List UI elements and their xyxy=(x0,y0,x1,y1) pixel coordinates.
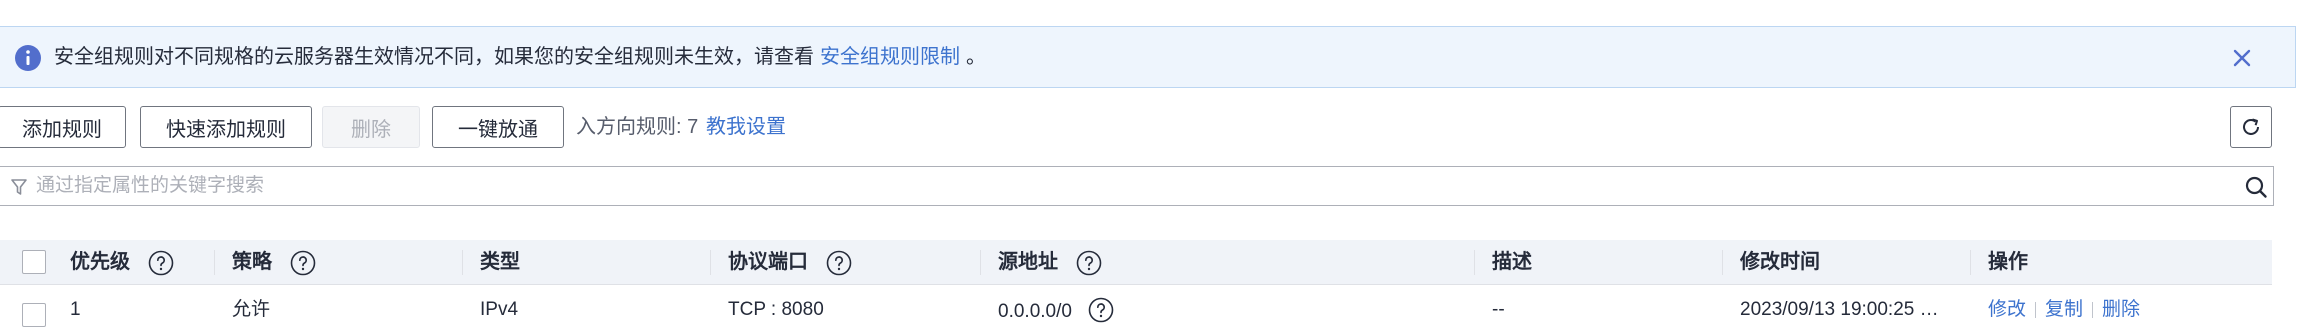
column-description-label: 描述 xyxy=(1492,251,1532,273)
cell-actions: 修改 复制 删除 xyxy=(1988,285,2140,335)
one-click-allow-button[interactable]: 一键放通 xyxy=(432,106,564,148)
column-modified-time: 修改时间 xyxy=(1740,240,1820,285)
delete-link[interactable]: 删除 xyxy=(2102,285,2140,335)
cell-source: 0.0.0.0/0 xyxy=(998,285,1114,335)
cell-modified-time-value: 2023/09/13 19:00:25 G… xyxy=(1740,299,1944,320)
help-icon[interactable] xyxy=(826,250,852,276)
action-divider xyxy=(2035,302,2037,318)
inbound-rule-count: 入方向规则: 7 xyxy=(576,116,699,138)
search-icon[interactable] xyxy=(2244,175,2268,199)
banner-tail: 。 xyxy=(966,46,986,68)
column-separator xyxy=(214,250,215,275)
table-row: 1 允许 IPv4 TCP : 8080 0.0.0.0/0 -- 2023/0… xyxy=(0,285,2272,335)
copy-link[interactable]: 复制 xyxy=(2045,285,2083,335)
column-policy-label: 策略 xyxy=(232,251,272,273)
search-input[interactable] xyxy=(36,171,2216,201)
edit-link[interactable]: 修改 xyxy=(1988,285,2026,335)
cell-modified-time: 2023/09/13 19:00:25 G… xyxy=(1740,285,1944,335)
info-banner: 安全组规则对不同规格的云服务器生效情况不同，如果您的安全组规则未生效，请查看 安全… xyxy=(0,26,2296,88)
search-bar xyxy=(0,166,2274,206)
column-separator xyxy=(1722,250,1723,275)
column-type-label: 类型 xyxy=(480,251,520,273)
add-rule-button[interactable]: 添加规则 xyxy=(0,106,126,148)
help-icon[interactable] xyxy=(1088,297,1114,323)
select-all-checkbox[interactable] xyxy=(22,250,46,274)
column-separator xyxy=(1474,250,1475,275)
help-icon[interactable] xyxy=(290,250,316,276)
cell-type: IPv4 xyxy=(480,299,519,320)
refresh-icon xyxy=(2243,118,2259,135)
column-source-label: 源地址 xyxy=(998,251,1058,273)
column-priority: 优先级 xyxy=(70,240,174,285)
cell-description: -- xyxy=(1492,299,1505,320)
column-policy: 策略 xyxy=(232,240,316,285)
cell-policy: 允许 xyxy=(232,299,271,320)
column-protocol-port-label: 协议端口 xyxy=(728,251,808,273)
column-modified-time-label: 修改时间 xyxy=(1740,251,1820,273)
action-divider xyxy=(2092,302,2094,318)
column-protocol-port: 协议端口 xyxy=(728,240,852,285)
column-separator xyxy=(980,250,981,275)
column-type: 类型 xyxy=(480,240,520,285)
tutorial-link[interactable]: 教我设置 xyxy=(706,106,786,148)
row-checkbox[interactable] xyxy=(22,303,46,327)
banner-text: 安全组规则对不同规格的云服务器生效情况不同，如果您的安全组规则未生效，请查看 xyxy=(54,46,814,68)
column-separator xyxy=(710,250,711,275)
banner-message: 安全组规则对不同规格的云服务器生效情况不同，如果您的安全组规则未生效，请查看 安全… xyxy=(54,27,986,87)
column-description: 描述 xyxy=(1492,240,1532,285)
table-header: 优先级 策略 类型 协议端口 源地址 描述 修改时间 操作 xyxy=(0,240,2272,285)
help-icon[interactable] xyxy=(1076,250,1102,276)
close-icon[interactable] xyxy=(2228,44,2256,72)
help-icon[interactable] xyxy=(148,250,174,276)
cell-priority: 1 xyxy=(70,299,81,320)
delete-button[interactable]: 删除 xyxy=(322,106,420,148)
filter-icon xyxy=(11,179,27,195)
column-actions-label: 操作 xyxy=(1988,251,2028,273)
security-group-limits-link[interactable]: 安全组规则限制 xyxy=(820,46,960,68)
quick-add-rule-button[interactable]: 快速添加规则 xyxy=(140,106,312,148)
cell-protocol-port: TCP : 8080 xyxy=(728,299,824,320)
column-actions: 操作 xyxy=(1988,240,2028,285)
cell-source-value: 0.0.0.0/0 xyxy=(998,301,1072,322)
column-separator xyxy=(1970,250,1971,275)
column-separator xyxy=(462,250,463,275)
column-source: 源地址 xyxy=(998,240,1102,285)
info-icon xyxy=(15,45,41,71)
refresh-button[interactable] xyxy=(2230,106,2272,148)
column-priority-label: 优先级 xyxy=(70,251,130,273)
